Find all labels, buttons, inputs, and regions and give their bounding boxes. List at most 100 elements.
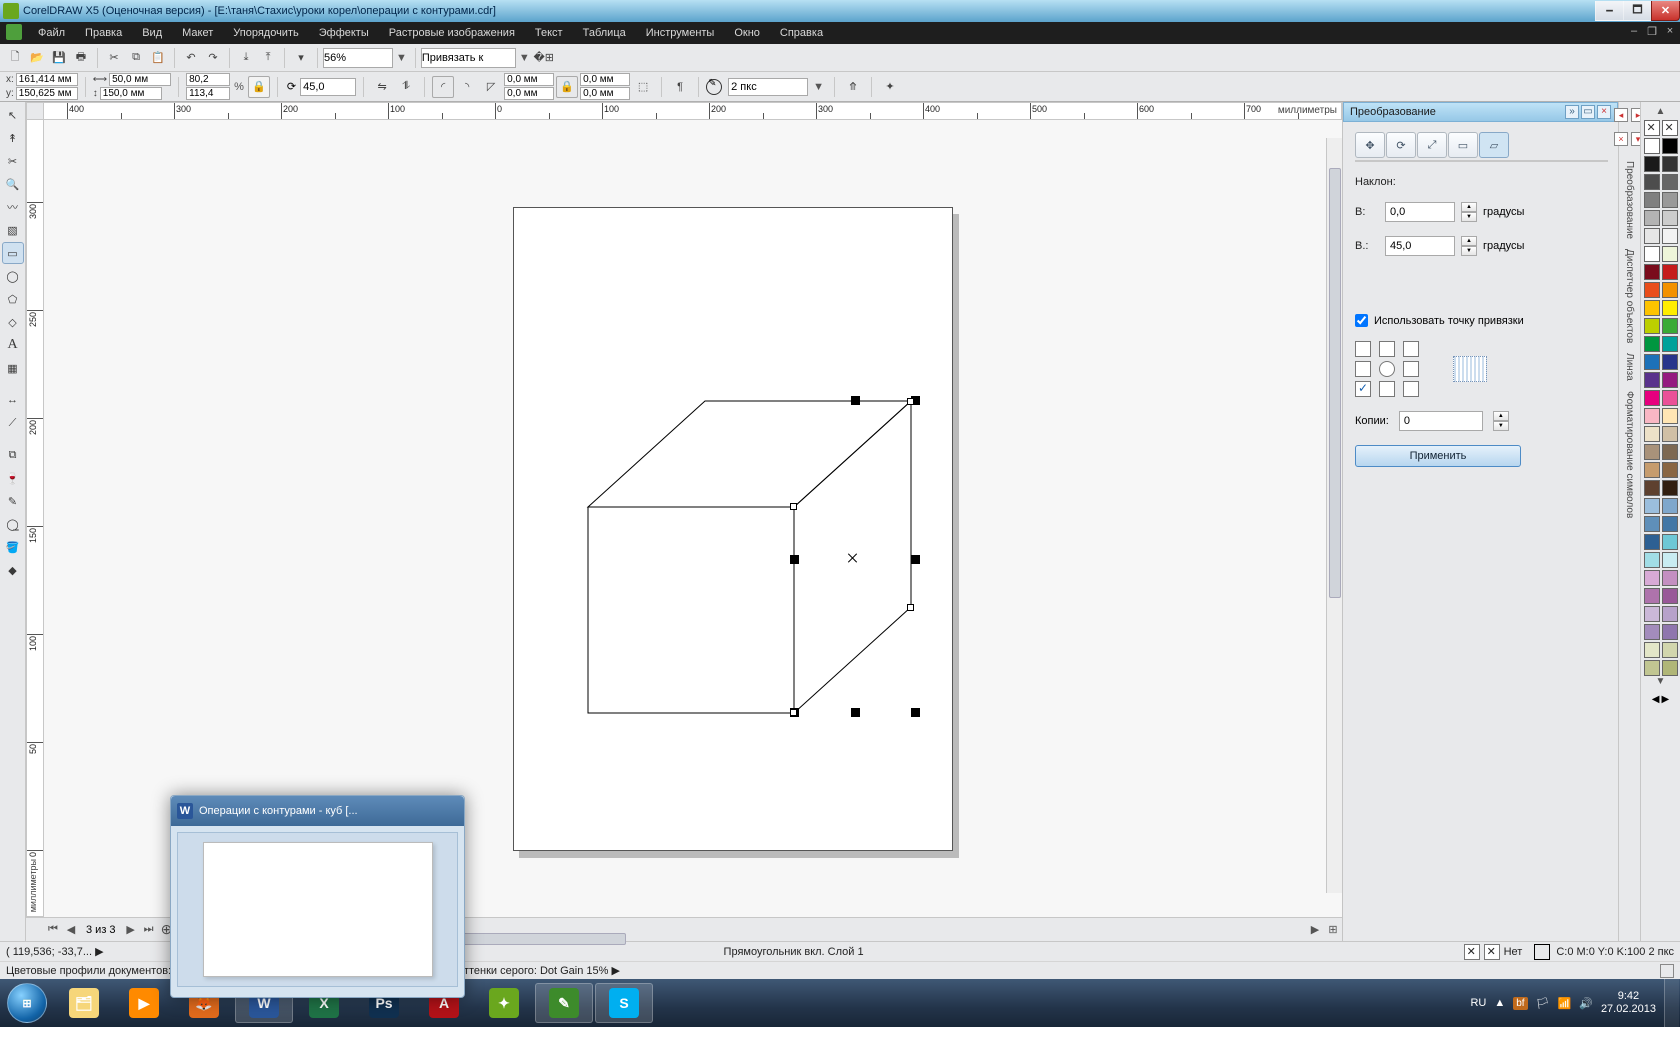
color-swatch[interactable] <box>1644 210 1660 226</box>
width-input[interactable] <box>109 73 171 86</box>
blend-tool[interactable]: ⧉ <box>2 444 24 466</box>
pos-x-input[interactable] <box>16 73 78 86</box>
shape-tool[interactable]: ↟ <box>2 127 24 149</box>
color-swatch[interactable] <box>1662 138 1678 154</box>
color-swatch[interactable] <box>1644 246 1660 262</box>
taskbar-coreldraw[interactable]: ✎ <box>535 983 593 1023</box>
color-swatch[interactable] <box>1644 516 1660 532</box>
color-swatch[interactable] <box>1644 372 1660 388</box>
tray-up-icon[interactable]: ▲ <box>1494 997 1505 1009</box>
close-button[interactable]: ✕ <box>1651 1 1680 21</box>
to-front-button[interactable]: ⤊ <box>842 76 864 98</box>
copies-input[interactable] <box>1399 411 1483 431</box>
pick-tool[interactable]: ↖ <box>2 104 24 126</box>
corner-round-icon[interactable]: ◜ <box>432 76 454 98</box>
menu-Упорядочить[interactable]: Упорядочить <box>223 22 308 44</box>
color-swatch[interactable] <box>1644 660 1660 676</box>
ruler-origin[interactable] <box>26 102 44 120</box>
crop-tool[interactable]: ✂ <box>2 150 24 172</box>
palette-prev-button[interactable]: ◀ <box>1652 694 1660 705</box>
color-proof-icon[interactable] <box>1660 964 1674 978</box>
docker-tab[interactable]: Форматирование символов <box>1623 386 1636 523</box>
publish-button[interactable]: ▾ <box>290 47 312 69</box>
new-button[interactable]: 🗋 <box>4 47 26 69</box>
menu-Инструменты[interactable]: Инструменты <box>636 22 725 44</box>
color-swatch[interactable] <box>1644 552 1660 568</box>
color-swatch[interactable] <box>1662 390 1678 406</box>
color-swatch[interactable] <box>1662 588 1678 604</box>
corner-tr-input[interactable] <box>580 73 630 86</box>
color-swatch[interactable] <box>1644 606 1660 622</box>
doc-restore-button[interactable]: ❐ <box>1646 25 1658 38</box>
rotation-input[interactable] <box>300 78 356 96</box>
color-swatch[interactable] <box>1644 318 1660 334</box>
mirror-h-button[interactable]: ⇋ <box>371 76 393 98</box>
color-swatch[interactable] <box>1662 570 1678 586</box>
color-swatch[interactable] <box>1662 228 1678 244</box>
color-swatch[interactable] <box>1662 246 1678 262</box>
copy-button[interactable]: ⧉ <box>125 47 147 69</box>
docker-slot-close[interactable]: × <box>1614 132 1628 146</box>
menu-Текст[interactable]: Текст <box>525 22 573 44</box>
menu-Правка[interactable]: Правка <box>75 22 132 44</box>
menu-Макет[interactable]: Макет <box>172 22 223 44</box>
scale-x-input[interactable] <box>186 73 230 86</box>
color-swatch[interactable] <box>1662 606 1678 622</box>
color-swatch[interactable] <box>1662 642 1678 658</box>
menu-Файл[interactable]: Файл <box>28 22 75 44</box>
tab-size[interactable]: ▭ <box>1448 132 1478 158</box>
docker-close-button[interactable]: × <box>1597 105 1611 119</box>
color-swatch[interactable] <box>1662 426 1678 442</box>
tab-rotate[interactable]: ⟳ <box>1386 132 1416 158</box>
color-swatch[interactable] <box>1662 156 1678 172</box>
vertical-scrollbar[interactable] <box>1326 138 1342 893</box>
ruler-vertical[interactable]: миллиметры 050100150200250300 <box>26 120 44 917</box>
navigator-button[interactable]: ⊞ <box>1324 923 1342 936</box>
tab-skew[interactable]: ▱ <box>1479 132 1509 158</box>
color-swatch[interactable] <box>1662 462 1678 478</box>
corner-chamfer-icon[interactable]: ◸ <box>480 76 502 98</box>
open-button[interactable]: 📂 <box>26 47 48 69</box>
menu-Таблица[interactable]: Таблица <box>573 22 636 44</box>
color-swatch[interactable] <box>1662 498 1678 514</box>
tray-bf-icon[interactable]: bf <box>1513 997 1527 1010</box>
lock-corners-button[interactable]: 🔒 <box>556 76 578 98</box>
outline-tool[interactable]: ◯̲ <box>2 513 24 535</box>
outline-width-input[interactable] <box>728 78 808 96</box>
docker-expand-button[interactable]: » <box>1565 105 1579 119</box>
transparency-tool[interactable]: 🍷 <box>2 467 24 489</box>
smart-fill-tool[interactable]: ▧ <box>2 219 24 241</box>
eyedropper-tool[interactable]: ✎ <box>2 490 24 512</box>
export-button[interactable]: ⤒ <box>257 47 279 69</box>
scroll-right-button[interactable]: ▶ <box>1306 923 1324 936</box>
corner-tl-input[interactable] <box>504 73 554 86</box>
ruler-horizontal[interactable]: миллиметры 40030020010001002003004005006… <box>44 102 1342 120</box>
menu-Эффекты[interactable]: Эффекты <box>309 22 379 44</box>
color-swatch[interactable] <box>1644 624 1660 640</box>
color-swatch[interactable] <box>1644 444 1660 460</box>
color-swatch[interactable] <box>1662 372 1678 388</box>
snap-combo[interactable] <box>421 48 516 68</box>
use-anchor-checkbox[interactable] <box>1355 314 1368 327</box>
show-desktop-button[interactable] <box>1664 979 1679 1027</box>
corner-br-input[interactable] <box>580 87 630 100</box>
color-swatch[interactable] <box>1644 588 1660 604</box>
docker-tab[interactable]: Диспетчер объектов <box>1623 244 1636 348</box>
swatch-nocolor[interactable] <box>1644 120 1660 136</box>
color-swatch[interactable] <box>1662 552 1678 568</box>
undo-button[interactable]: ↶ <box>180 47 202 69</box>
palette-down-button[interactable]: ▼ <box>1652 676 1670 690</box>
fill-tool[interactable]: 🪣 <box>2 536 24 558</box>
docker-collapse-button[interactable]: ▭ <box>1581 105 1595 119</box>
table-tool[interactable]: ▦ <box>2 357 24 379</box>
polygon-tool[interactable]: ⬠ <box>2 288 24 310</box>
color-swatch[interactable] <box>1644 642 1660 658</box>
scale-y-input[interactable] <box>186 87 230 100</box>
color-swatch[interactable] <box>1644 228 1660 244</box>
color-swatch[interactable] <box>1644 408 1660 424</box>
pos-y-input[interactable] <box>16 87 78 100</box>
color-swatch[interactable] <box>1644 156 1660 172</box>
color-swatch[interactable] <box>1662 480 1678 496</box>
height-input[interactable] <box>100 87 162 100</box>
corner-scallop-icon[interactable]: ◝ <box>456 76 478 98</box>
